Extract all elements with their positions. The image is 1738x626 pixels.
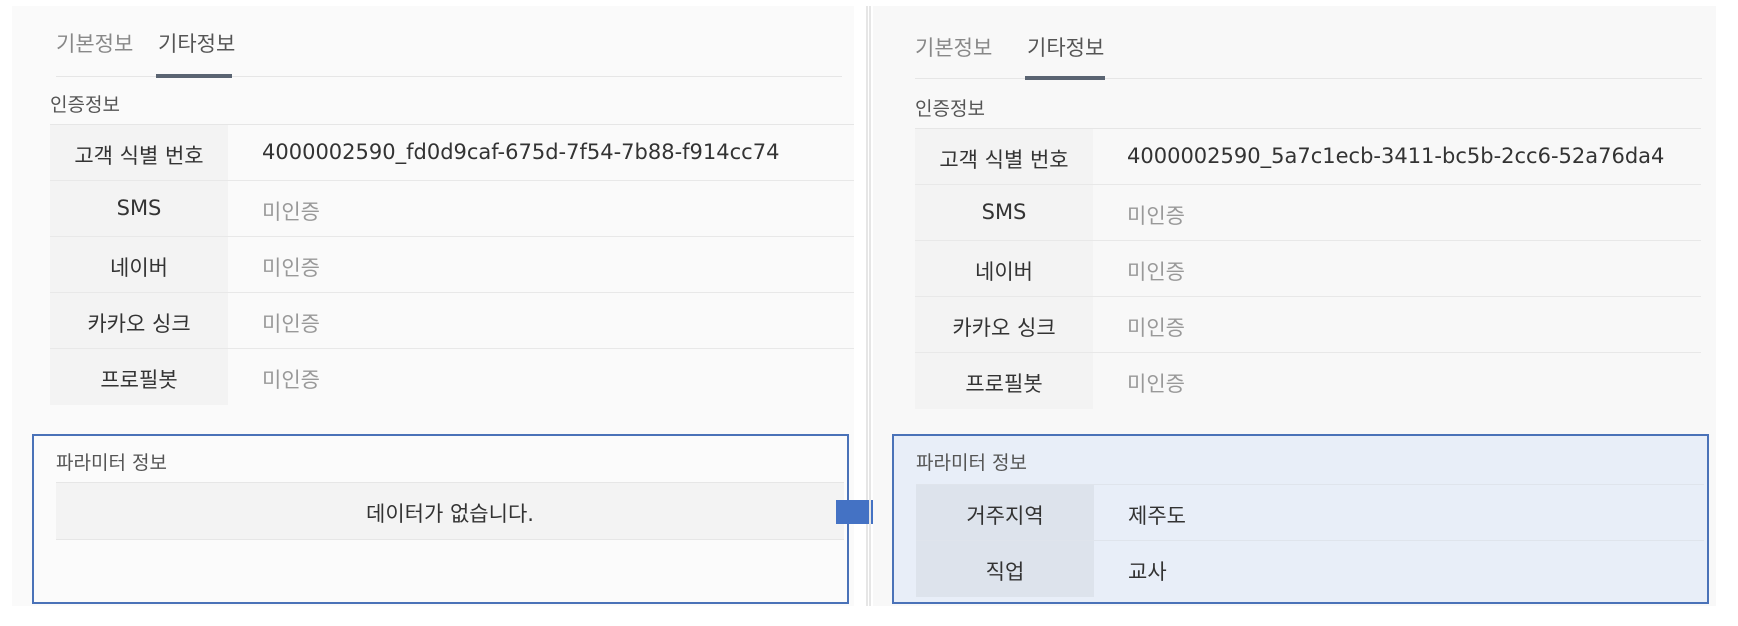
row-value: 4000002590_5a7c1ecb-3411-bc5b-2cc6-52a76… [1127,144,1665,168]
right-tab-bar: 기본정보 기타정보 [915,6,1702,80]
row-label: 거주지역 [966,504,1044,528]
left-param-empty-divider [56,539,844,540]
right-auth-row-sms: SMS 미인증 [915,185,1701,241]
left-auth-row-profilebot: 프로필봇 미인증 [50,349,854,405]
row-value: 미인증 [262,312,320,336]
right-tab-other-info[interactable]: 기타정보 [1027,32,1104,62]
row-value: 미인증 [262,256,320,280]
right-auth-row-kakao-sync: 카카오 싱크 미인증 [915,297,1701,353]
row-value: 미인증 [1127,204,1185,228]
row-label: 프로필봇 [965,372,1043,396]
left-param-empty-message: 데이터가 없습니다. [366,502,534,526]
left-auth-row-naver: 네이버 미인증 [50,237,854,293]
left-tab-other-info[interactable]: 기타정보 [158,28,235,58]
left-tab-basic-info[interactable]: 기본정보 [56,28,133,58]
row-label: 직업 [985,560,1025,584]
right-param-row-region: 거주지역 제주도 [916,485,1704,541]
right-auth-row-customer-id: 고객 식별 번호 4000002590_5a7c1ecb-3411-bc5b-2… [915,129,1701,185]
right-auth-section-title: 인증정보 [915,98,985,120]
left-auth-row-sms: SMS 미인증 [50,181,854,237]
left-param-section-title: 파라미터 정보 [56,452,167,474]
right-active-tab-underline [1025,76,1105,80]
right-auth-row-naver: 네이버 미인증 [915,241,1701,297]
right-param-section-title: 파라미터 정보 [916,452,1027,474]
right-auth-row-profilebot: 프로필봇 미인증 [915,353,1701,409]
left-auth-row-customer-id: 고객 식별 번호 4000002590_fd0d9caf-675d-7f54-7… [50,125,854,181]
row-label: 고객 식별 번호 [74,144,204,168]
row-label: 프로필봇 [100,368,178,392]
row-value: 미인증 [262,368,320,392]
row-label: 네이버 [110,256,168,280]
row-value: 제주도 [1128,504,1186,528]
row-label: 네이버 [975,260,1033,284]
row-value: 4000002590_fd0d9caf-675d-7f54-7b88-f914c… [262,140,780,164]
left-auth-section-title: 인증정보 [50,94,120,116]
left-auth-row-kakao-sync: 카카오 싱크 미인증 [50,293,854,349]
right-param-row-occupation: 직업 교사 [916,541,1704,597]
left-active-tab-underline [156,74,232,78]
row-value: 교사 [1128,560,1167,584]
row-value: 미인증 [1127,372,1185,396]
right-parameter-info-box: 파라미터 정보 거주지역 제주도 직업 교사 [892,434,1709,604]
row-label: 고객 식별 번호 [939,148,1069,172]
row-value: 미인증 [262,200,320,224]
row-label: 카카오 싱크 [87,312,191,336]
right-tab-basic-info[interactable]: 기본정보 [915,32,992,62]
row-label: 카카오 싱크 [952,316,1056,340]
left-parameter-info-box: 파라미터 정보 데이터가 없습니다. [32,434,849,604]
row-label: SMS [116,196,162,220]
row-value: 미인증 [1127,316,1185,340]
row-label: SMS [981,200,1027,224]
row-value: 미인증 [1127,260,1185,284]
left-tab-bar: 기본정보 기타정보 [56,6,842,78]
